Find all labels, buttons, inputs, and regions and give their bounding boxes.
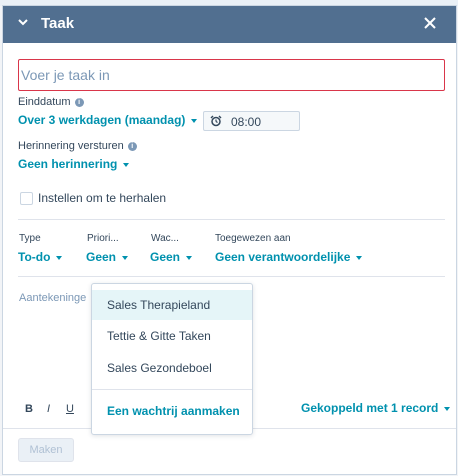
queue-option[interactable]: Sales Gezondeboel (92, 353, 252, 383)
reminder-value: Geen herinnering (18, 157, 118, 171)
alarm-clock-icon (210, 115, 222, 127)
task-title-input[interactable] (18, 59, 445, 91)
caret-down-icon (122, 255, 129, 260)
notes-editor[interactable]: Aantekeninge (19, 292, 86, 304)
queue-label: Wac... (151, 233, 179, 244)
assigned-dropdown[interactable]: Geen verantwoordelijke (215, 250, 363, 264)
caret-down-icon (123, 162, 130, 167)
type-dropdown[interactable]: To-do (18, 250, 63, 264)
divider (18, 276, 445, 277)
reminder-label: Herinnering versturen i (18, 140, 137, 152)
underline-button[interactable]: U (66, 403, 74, 415)
due-date-label-text: Einddatum (18, 96, 71, 108)
queue-dropdown-menu: Sales Therapieland Tettie & Gitte Taken … (91, 283, 253, 435)
priority-label: Priori... (87, 233, 119, 244)
caret-down-icon (356, 255, 363, 260)
queue-dropdown[interactable]: Geen (150, 250, 193, 264)
queue-value: Geen (150, 250, 181, 264)
due-date-value: Over 3 werkdagen (maandag) (18, 113, 186, 127)
caret-down-icon (56, 255, 63, 260)
reminder-dropdown[interactable]: Geen herinnering (18, 157, 130, 171)
due-date-label: Einddatum i (18, 96, 84, 108)
repeat-label: Instellen om te herhalen (38, 191, 167, 205)
bold-button[interactable]: B (25, 403, 33, 415)
info-icon: i (74, 97, 84, 107)
info-icon: i (127, 141, 137, 151)
type-value: To-do (18, 250, 51, 264)
priority-dropdown[interactable]: Geen (86, 250, 129, 264)
caret-down-icon (186, 255, 193, 260)
queue-option[interactable]: Sales Therapieland (92, 290, 252, 320)
assigned-value: Geen verantwoordelijke (215, 250, 351, 264)
linked-records-text: Gekoppeld met 1 record (301, 401, 439, 415)
panel-title: Taak (41, 15, 75, 32)
type-label: Type (19, 233, 41, 244)
close-icon[interactable] (422, 15, 438, 31)
task-panel: Taak Einddatumi Over 3 werkdagen (maanda… (2, 5, 457, 475)
divider (18, 219, 445, 220)
caret-down-icon (444, 406, 451, 411)
priority-value: Geen (86, 250, 117, 264)
panel-header: Taak (3, 6, 456, 43)
menu-divider (92, 389, 252, 390)
queue-option[interactable]: Tettie & Gitte Taken (92, 321, 252, 351)
chevron-down-icon[interactable] (16, 15, 30, 29)
caret-down-icon (191, 118, 198, 123)
create-queue-link[interactable]: Een wachtrij aanmaken (107, 404, 240, 418)
time-value: 08:00 (231, 115, 262, 129)
italic-button[interactable]: I (47, 403, 50, 415)
linked-records-dropdown[interactable]: Gekoppeld met 1 record (301, 401, 451, 415)
due-date-dropdown[interactable]: Over 3 werkdagen (maandag) (18, 113, 198, 127)
reminder-label-text: Herinnering versturen (18, 140, 124, 152)
create-button[interactable]: Maken (18, 438, 74, 462)
time-input[interactable]: 08:00 (203, 111, 300, 131)
assigned-label: Toegewezen aan (215, 233, 291, 244)
repeat-checkbox[interactable] (20, 192, 33, 205)
